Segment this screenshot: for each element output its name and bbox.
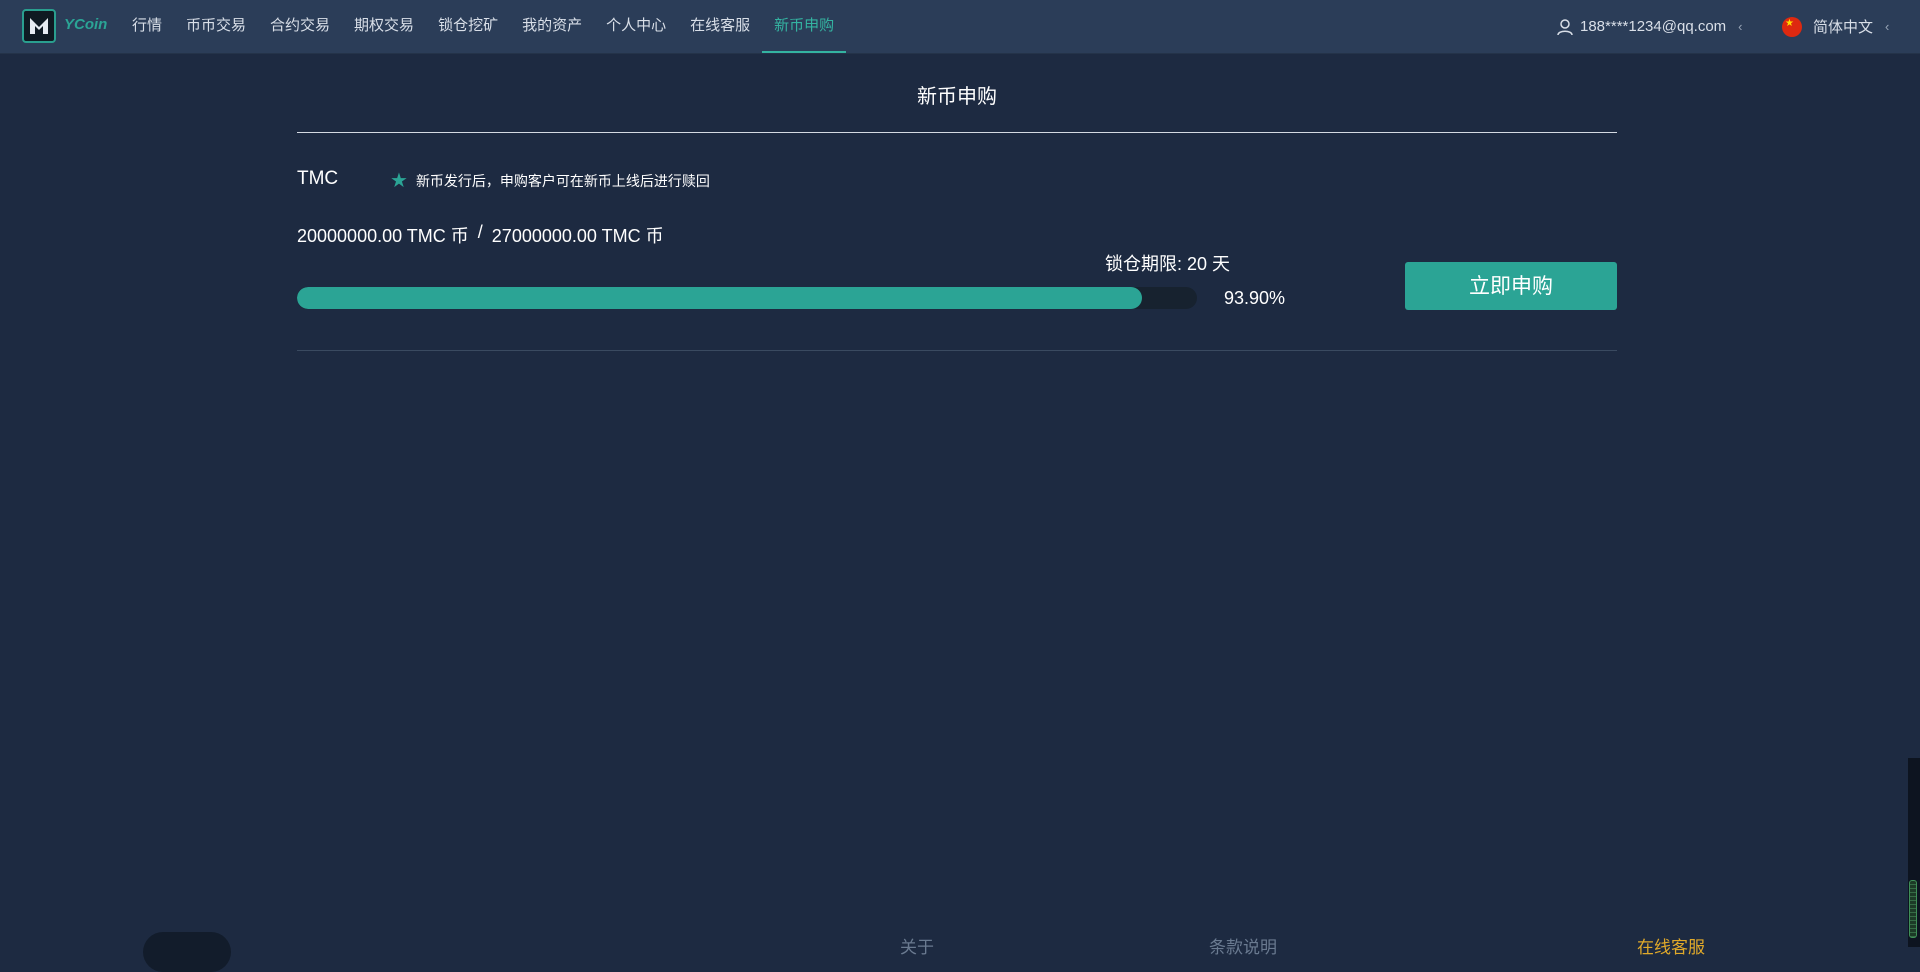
- lock-period: 锁仓期限: 20 天: [1105, 254, 1231, 274]
- subscribe-now-button[interactable]: 立即申购: [1405, 262, 1617, 310]
- main-nav: 行情 币币交易 合约交易 期权交易 锁仓挖矿 我的资产 个人中心 在线客服 新币…: [120, 0, 847, 53]
- brand-name[interactable]: YCoin: [64, 16, 107, 33]
- row-divider: [297, 350, 1617, 351]
- user-email: 188****1234@qq.com: [1580, 18, 1727, 35]
- footer-link-online-support[interactable]: 在线客服: [1637, 933, 1705, 958]
- chevron-left-icon: ‹: [1738, 19, 1743, 34]
- chevron-left-icon: ‹: [1885, 19, 1890, 34]
- subscription-amounts: 20000000.00 TMC 币 / 27000000.00 TMC 币: [297, 222, 664, 248]
- user-icon: [1556, 18, 1574, 36]
- subscription-notice: ★ 新币发行后，申购客户可在新币上线后进行赎回: [390, 168, 710, 193]
- china-flag-icon: ★: [1782, 16, 1802, 37]
- page-title: 新币申购: [917, 86, 997, 108]
- nav-item-options-trading[interactable]: 期权交易: [342, 0, 426, 53]
- user-menu[interactable]: 188****1234@qq.com ‹: [1556, 0, 1743, 53]
- coin-name: TMC: [297, 168, 339, 189]
- footer-link-about[interactable]: 关于: [900, 933, 934, 958]
- nav-item-new-coin-subscription[interactable]: 新币申购: [762, 0, 847, 53]
- footer-logo-pill: [143, 932, 231, 972]
- star-icon: ★: [390, 170, 408, 192]
- nav-item-contract-trading[interactable]: 合约交易: [258, 0, 342, 53]
- ycoin-logo-icon[interactable]: [22, 9, 56, 43]
- language-label: 简体中文: [1813, 19, 1874, 36]
- nav-item-spot-trading[interactable]: 币币交易: [174, 0, 258, 53]
- nav-item-market[interactable]: 行情: [120, 0, 174, 53]
- title-divider: [297, 132, 1617, 133]
- progress-percent: 93.90%: [1224, 288, 1286, 308]
- nav-item-lock-mining[interactable]: 锁仓挖矿: [426, 0, 510, 53]
- progress-fill: [297, 287, 1143, 309]
- nav-item-my-assets[interactable]: 我的资产: [510, 0, 594, 53]
- nav-item-online-support[interactable]: 在线客服: [678, 0, 762, 53]
- notice-text: 新币发行后，申购客户可在新币上线后进行赎回: [415, 172, 710, 189]
- amount-separator: /: [477, 222, 483, 242]
- total-amount: 27000000.00 TMC 币: [491, 226, 664, 246]
- top-navigation-bar: YCoin 行情 币币交易 合约交易 期权交易 锁仓挖矿 我的资产 个人中心 在…: [0, 0, 1920, 53]
- scrollbar-thumb[interactable]: [1909, 880, 1917, 938]
- footer-link-terms[interactable]: 条款说明: [1209, 933, 1277, 958]
- language-selector[interactable]: ★ 简体中文 ‹: [1782, 0, 1889, 53]
- nav-item-personal-center[interactable]: 个人中心: [594, 0, 678, 53]
- subscribed-amount: 20000000.00 TMC 币: [297, 226, 469, 246]
- subscription-progress-bar: [297, 287, 1197, 309]
